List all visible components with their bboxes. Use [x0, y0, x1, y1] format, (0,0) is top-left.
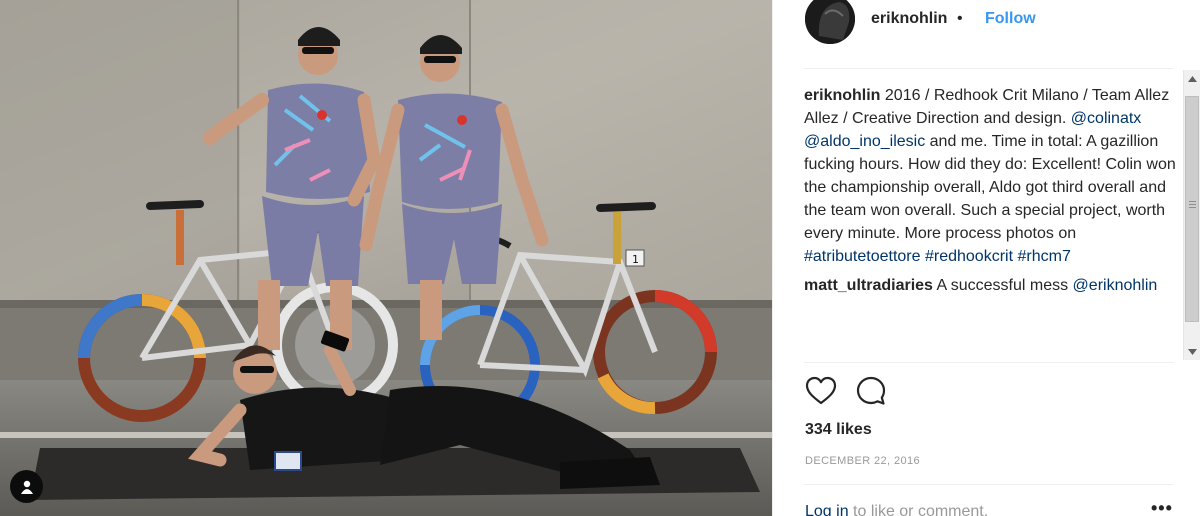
- heart-icon: [805, 376, 837, 405]
- post-photo[interactable]: 1: [0, 0, 772, 516]
- caption-hashtag[interactable]: #rhcm7: [1017, 248, 1070, 265]
- caption-mention[interactable]: @aldo_ino_ilesic: [804, 133, 925, 150]
- header-username[interactable]: eriknohlin: [871, 10, 947, 28]
- more-options-button[interactable]: •••: [1151, 498, 1173, 516]
- comment-item: matt_ultradiaries A successful mess @eri…: [804, 274, 1182, 297]
- avatar[interactable]: [805, 0, 855, 44]
- header-separator: •: [957, 10, 963, 27]
- caption-author[interactable]: eriknohlin: [804, 87, 880, 104]
- likes-count[interactable]: 334 likes: [805, 421, 872, 439]
- bib-number: 1: [632, 253, 639, 266]
- avatar-image: [805, 0, 855, 44]
- speech-bubble-icon: [856, 376, 886, 405]
- chevron-down-icon: [1187, 348, 1197, 355]
- comments-list: eriknohlin 2016 / Redhook Crit Milano / …: [804, 84, 1182, 362]
- comment-button[interactable]: [854, 374, 888, 408]
- divider: [804, 362, 1174, 363]
- login-prompt-text: to like or comment.: [848, 503, 989, 516]
- like-button[interactable]: [804, 374, 838, 408]
- comment-text: A successful mess: [932, 277, 1073, 294]
- follow-button[interactable]: Follow: [985, 10, 1036, 28]
- caption-hashtag[interactable]: #atributetoettore: [804, 248, 921, 265]
- caption-hashtag[interactable]: #redhookcrit: [925, 248, 1013, 265]
- login-prompt: Log in to like or comment.: [805, 503, 988, 516]
- divider: [804, 68, 1174, 69]
- caption-mention[interactable]: @colinatx: [1071, 110, 1142, 127]
- comments-scrollbar[interactable]: [1183, 70, 1200, 360]
- user-tag-button[interactable]: [10, 470, 43, 503]
- scroll-thumb[interactable]: [1185, 96, 1199, 322]
- post-date[interactable]: DECEMBER 22, 2016: [805, 455, 920, 467]
- scroll-down-button[interactable]: [1184, 343, 1200, 360]
- photo-illustration: 1: [0, 0, 772, 516]
- caption: eriknohlin 2016 / Redhook Crit Milano / …: [804, 84, 1182, 268]
- comment-author[interactable]: matt_ultradiaries: [804, 277, 933, 294]
- comment-mention[interactable]: @eriknohlin: [1073, 277, 1158, 294]
- post-header: eriknohlin • Follow: [773, 0, 1200, 46]
- scroll-up-button[interactable]: [1184, 70, 1200, 87]
- person-icon: [20, 480, 33, 494]
- post-sidebar: eriknohlin • Follow eriknohlin 2016 / Re…: [772, 0, 1200, 516]
- divider: [804, 484, 1174, 485]
- login-link[interactable]: Log in: [805, 503, 849, 516]
- chevron-up-icon: [1187, 75, 1197, 82]
- scroll-grip: [1189, 201, 1196, 202]
